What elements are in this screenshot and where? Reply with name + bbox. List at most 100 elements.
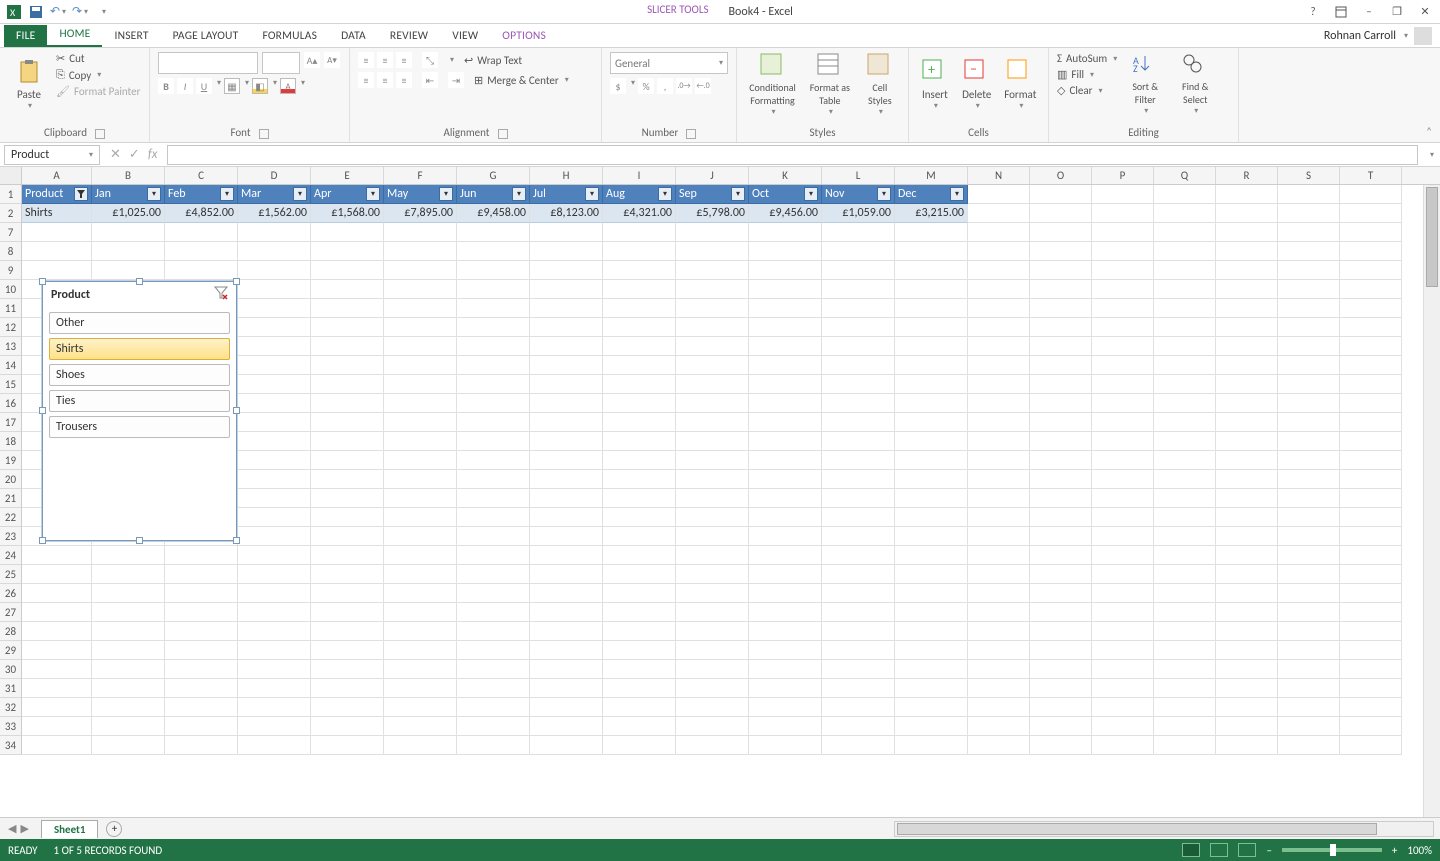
cell[interactable]: [1030, 394, 1092, 413]
insert-cells-button[interactable]: +Insert▾: [917, 52, 953, 116]
cell[interactable]: [384, 660, 457, 679]
cell[interactable]: [1340, 508, 1402, 527]
cell[interactable]: [165, 546, 238, 565]
cell[interactable]: [384, 280, 457, 299]
cell[interactable]: [1092, 451, 1154, 470]
cell[interactable]: [92, 698, 165, 717]
cell[interactable]: [457, 641, 530, 660]
cell[interactable]: [457, 565, 530, 584]
name-box[interactable]: Product▾: [4, 145, 100, 165]
cell[interactable]: [676, 546, 749, 565]
cell[interactable]: [1030, 679, 1092, 698]
row-header[interactable]: 32: [0, 698, 22, 717]
cell[interactable]: [749, 679, 822, 698]
cell[interactable]: [1216, 318, 1278, 337]
cell[interactable]: [238, 603, 311, 622]
cell[interactable]: [384, 489, 457, 508]
bold-button[interactable]: B: [158, 78, 174, 94]
cell[interactable]: [1340, 318, 1402, 337]
cell[interactable]: [1216, 261, 1278, 280]
cell[interactable]: [968, 185, 1030, 204]
cell[interactable]: [1154, 356, 1216, 375]
cell[interactable]: [457, 261, 530, 280]
cell[interactable]: [457, 470, 530, 489]
cell[interactable]: [603, 394, 676, 413]
column-header[interactable]: A: [22, 167, 92, 184]
cell[interactable]: [749, 337, 822, 356]
cell[interactable]: [1278, 299, 1340, 318]
cell[interactable]: [1030, 337, 1092, 356]
row-header[interactable]: 23: [0, 527, 22, 546]
slicer-item[interactable]: Other: [49, 312, 230, 334]
cell[interactable]: [895, 679, 968, 698]
cell[interactable]: [895, 451, 968, 470]
formula-input[interactable]: [167, 145, 1418, 165]
cell[interactable]: [238, 242, 311, 261]
cell[interactable]: [1154, 432, 1216, 451]
cell[interactable]: [676, 337, 749, 356]
format-painter-button[interactable]: 🖌Format Painter: [56, 85, 140, 98]
row-header[interactable]: 15: [0, 375, 22, 394]
cell[interactable]: [749, 546, 822, 565]
cell[interactable]: [895, 641, 968, 660]
cell[interactable]: [1278, 413, 1340, 432]
cell[interactable]: [603, 736, 676, 755]
cell[interactable]: [1278, 470, 1340, 489]
comma-format-icon[interactable]: ,: [657, 78, 673, 94]
tab-insert[interactable]: INSERT: [102, 25, 160, 47]
column-header[interactable]: S: [1278, 167, 1340, 184]
row-header[interactable]: 1: [0, 185, 22, 204]
cell[interactable]: [676, 280, 749, 299]
cell[interactable]: [1278, 622, 1340, 641]
cell[interactable]: [384, 413, 457, 432]
cell[interactable]: [1092, 413, 1154, 432]
cell[interactable]: [895, 394, 968, 413]
cut-button[interactable]: ✂Cut: [56, 52, 140, 65]
cell[interactable]: [311, 223, 384, 242]
cell[interactable]: £9,458.00: [457, 204, 530, 223]
cell[interactable]: [603, 470, 676, 489]
cell[interactable]: [603, 508, 676, 527]
cell[interactable]: [1216, 280, 1278, 299]
cell[interactable]: [1216, 242, 1278, 261]
cell[interactable]: [749, 432, 822, 451]
cell[interactable]: [92, 622, 165, 641]
cell[interactable]: [1340, 451, 1402, 470]
cell[interactable]: [1092, 584, 1154, 603]
border-button[interactable]: ▦: [224, 78, 240, 94]
sort-filter-button[interactable]: AZSort & Filter▾: [1123, 52, 1167, 116]
percent-format-icon[interactable]: %: [638, 78, 654, 94]
cell[interactable]: [1278, 679, 1340, 698]
row-header[interactable]: 25: [0, 565, 22, 584]
cell[interactable]: [895, 470, 968, 489]
horizontal-scrollbar[interactable]: [894, 821, 1434, 837]
conditional-formatting-button[interactable]: Conditional Formatting▾: [745, 52, 800, 116]
cell[interactable]: [822, 641, 895, 660]
cell[interactable]: [238, 736, 311, 755]
cell[interactable]: [92, 223, 165, 242]
cell[interactable]: [822, 432, 895, 451]
cell[interactable]: [238, 565, 311, 584]
page-break-view-icon[interactable]: [1238, 843, 1256, 857]
row-header[interactable]: 14: [0, 356, 22, 375]
cell[interactable]: [603, 299, 676, 318]
filter-dropdown-icon[interactable]: ▾: [585, 187, 599, 201]
cell[interactable]: [1340, 261, 1402, 280]
cell[interactable]: [92, 736, 165, 755]
cell[interactable]: [530, 584, 603, 603]
tab-page-layout[interactable]: PAGE LAYOUT: [161, 25, 251, 47]
cell[interactable]: [1278, 432, 1340, 451]
cell[interactable]: [603, 584, 676, 603]
table-header-cell[interactable]: Dec▾: [895, 185, 968, 204]
cell[interactable]: [822, 698, 895, 717]
cell[interactable]: [822, 356, 895, 375]
cell[interactable]: [457, 527, 530, 546]
cell[interactable]: [749, 413, 822, 432]
clipboard-dialog-launcher[interactable]: [95, 129, 105, 139]
cell[interactable]: [165, 660, 238, 679]
cell[interactable]: [895, 603, 968, 622]
slicer-item[interactable]: Trousers: [49, 416, 230, 438]
slicer-product[interactable]: Product OtherShirtsShoesTiesTrousers: [42, 281, 237, 541]
cell[interactable]: [22, 679, 92, 698]
cell[interactable]: [895, 527, 968, 546]
